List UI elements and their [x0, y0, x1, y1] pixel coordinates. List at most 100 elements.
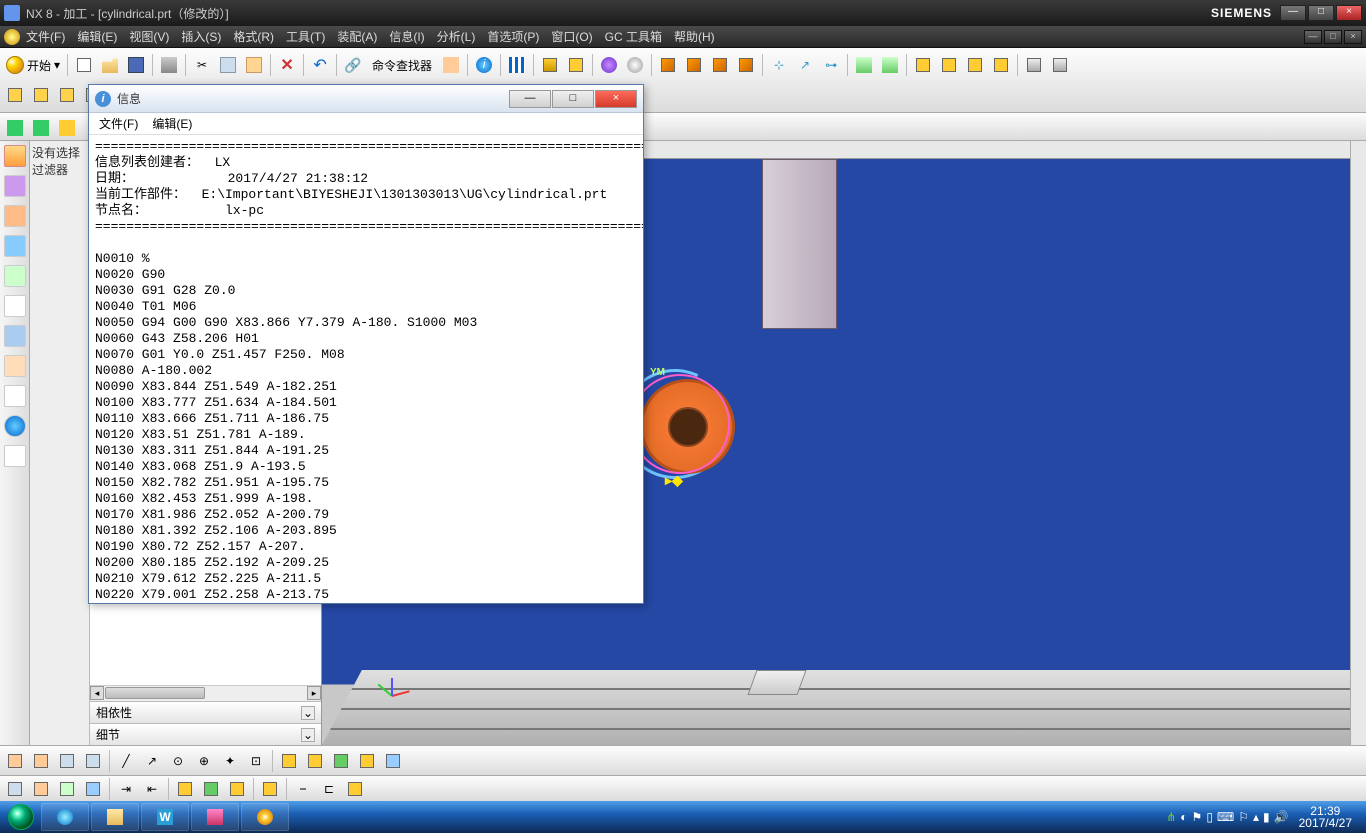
cube1-icon[interactable]	[656, 53, 680, 77]
bt2-10[interactable]	[258, 777, 282, 801]
bt2-1[interactable]	[3, 777, 27, 801]
start-menu-button[interactable]: 开始▾	[2, 56, 64, 74]
bt-cs5[interactable]	[381, 749, 405, 773]
menu-edit[interactable]: 编辑(E)	[71, 26, 123, 47]
bt2-5[interactable]: ⇥	[114, 777, 138, 801]
op-nav1[interactable]	[3, 116, 27, 140]
resbtn-7[interactable]	[4, 325, 26, 347]
info-text-area[interactable]: ========================================…	[89, 135, 643, 603]
resbtn-10[interactable]	[4, 415, 26, 437]
bt2-2[interactable]	[29, 777, 53, 801]
bt-snap1[interactable]	[3, 749, 27, 773]
layer-settings-button[interactable]	[564, 53, 588, 77]
resbtn-2[interactable]	[4, 175, 26, 197]
tray-action-icon[interactable]: ⚑	[1192, 810, 1203, 824]
bt-cs2[interactable]	[303, 749, 327, 773]
bt-pt5[interactable]: ✦	[218, 749, 242, 773]
cut-button[interactable]: ✂	[190, 53, 214, 77]
task-explorer[interactable]	[91, 803, 139, 831]
copy-button[interactable]	[216, 53, 240, 77]
cmd-finder-toggle[interactable]	[439, 53, 463, 77]
assy2-icon[interactable]	[937, 53, 961, 77]
menu-format[interactable]: 格式(R)	[227, 26, 280, 47]
menu-insert[interactable]: 插入(S)	[175, 26, 227, 47]
align1-icon[interactable]	[852, 53, 876, 77]
info-minimize-button[interactable]: —	[509, 90, 551, 108]
op-create-icon[interactable]	[3, 83, 27, 107]
start-button[interactable]	[2, 803, 40, 831]
bt-pt2[interactable]: ↗	[140, 749, 164, 773]
resbtn-4[interactable]	[4, 235, 26, 257]
layer-button[interactable]	[538, 53, 562, 77]
dep-expand-icon[interactable]: ⌄	[301, 706, 315, 720]
info-window[interactable]: i 信息 — □ × 文件(F) 编辑(E) =================…	[88, 84, 644, 604]
op-geom-icon[interactable]	[55, 83, 79, 107]
bt-cs3[interactable]	[329, 749, 353, 773]
cube4-icon[interactable]	[734, 53, 758, 77]
selection-filter[interactable]: 没有选择过滤器	[30, 141, 90, 745]
tray-more-icon[interactable]: ▴	[1253, 810, 1259, 824]
tray-clock[interactable]: 21:39 2017/4/27	[1293, 803, 1358, 831]
bt-snap3[interactable]	[55, 749, 79, 773]
bt2-13[interactable]	[343, 777, 367, 801]
menu-info[interactable]: 信息(I)	[383, 26, 430, 47]
bt2-8[interactable]	[199, 777, 223, 801]
bt-cs1[interactable]	[277, 749, 301, 773]
bt-snap2[interactable]	[29, 749, 53, 773]
grid-button[interactable]	[505, 53, 529, 77]
undo-button[interactable]: ↶	[308, 53, 332, 77]
menu-analyze[interactable]: 分析(L)	[431, 26, 482, 47]
details-section[interactable]: 细节 ⌄	[90, 723, 321, 745]
menu-assembly[interactable]: 装配(A)	[331, 26, 383, 47]
wcs1-icon[interactable]: ⊹	[767, 53, 791, 77]
resbtn-9[interactable]	[4, 385, 26, 407]
hscroll-left[interactable]: ◂	[90, 686, 104, 700]
tray-battery-icon[interactable]: ▮	[1263, 810, 1270, 824]
tray-ime-icon[interactable]: ⌨	[1217, 810, 1234, 824]
mdi-close[interactable]: ×	[1344, 30, 1362, 44]
task-app1[interactable]	[191, 803, 239, 831]
hscroll-thumb[interactable]	[105, 687, 205, 699]
resbtn-5[interactable]	[4, 265, 26, 287]
bt-pt3[interactable]: ⊙	[166, 749, 190, 773]
task-nx[interactable]	[241, 803, 289, 831]
save-button[interactable]	[124, 53, 148, 77]
op-nav3[interactable]	[55, 116, 79, 140]
assy4-icon[interactable]	[989, 53, 1013, 77]
print-button[interactable]	[157, 53, 181, 77]
align2-icon[interactable]	[878, 53, 902, 77]
wcs3-icon[interactable]: ⊶	[819, 53, 843, 77]
bt-cs4[interactable]	[355, 749, 379, 773]
tray-net-icon[interactable]: ▯	[1206, 810, 1213, 824]
tray-vol-icon[interactable]: 🔊	[1274, 810, 1289, 824]
dependency-section[interactable]: 相依性 ⌄	[90, 701, 321, 723]
bt2-3[interactable]	[55, 777, 79, 801]
bt-snap4[interactable]	[81, 749, 105, 773]
bt2-4[interactable]	[81, 777, 105, 801]
menu-tools[interactable]: 工具(T)	[280, 26, 331, 47]
paste-button[interactable]	[242, 53, 266, 77]
viewport-vscroll[interactable]	[1350, 141, 1366, 745]
assy3-icon[interactable]	[963, 53, 987, 77]
info-menu-edit[interactable]: 编辑(E)	[146, 113, 198, 134]
strip2-icon[interactable]	[1048, 53, 1072, 77]
mdi-restore[interactable]: □	[1324, 30, 1342, 44]
menu-gctoolbox[interactable]: GC 工具箱	[599, 26, 668, 47]
bt-pt6[interactable]: ⊡	[244, 749, 268, 773]
cube3-icon[interactable]	[708, 53, 732, 77]
bt2-11[interactable]: ⎯	[291, 777, 315, 801]
bt2-7[interactable]	[173, 777, 197, 801]
nav-hscroll[interactable]: ◂ ▸	[90, 685, 321, 701]
info-menu-file[interactable]: 文件(F)	[93, 113, 144, 134]
menu-window[interactable]: 窗口(O)	[545, 26, 598, 47]
resbtn-navigator[interactable]	[4, 145, 26, 167]
bt2-6[interactable]: ⇤	[140, 777, 164, 801]
assy1-icon[interactable]	[911, 53, 935, 77]
mdi-minimize[interactable]: —	[1304, 30, 1322, 44]
info-maximize-button[interactable]: □	[552, 90, 594, 108]
info-close-button[interactable]: ×	[595, 90, 637, 108]
menu-prefs[interactable]: 首选项(P)	[481, 26, 545, 47]
strip1-icon[interactable]	[1022, 53, 1046, 77]
resbtn-3[interactable]	[4, 205, 26, 227]
info-button[interactable]: i	[472, 53, 496, 77]
